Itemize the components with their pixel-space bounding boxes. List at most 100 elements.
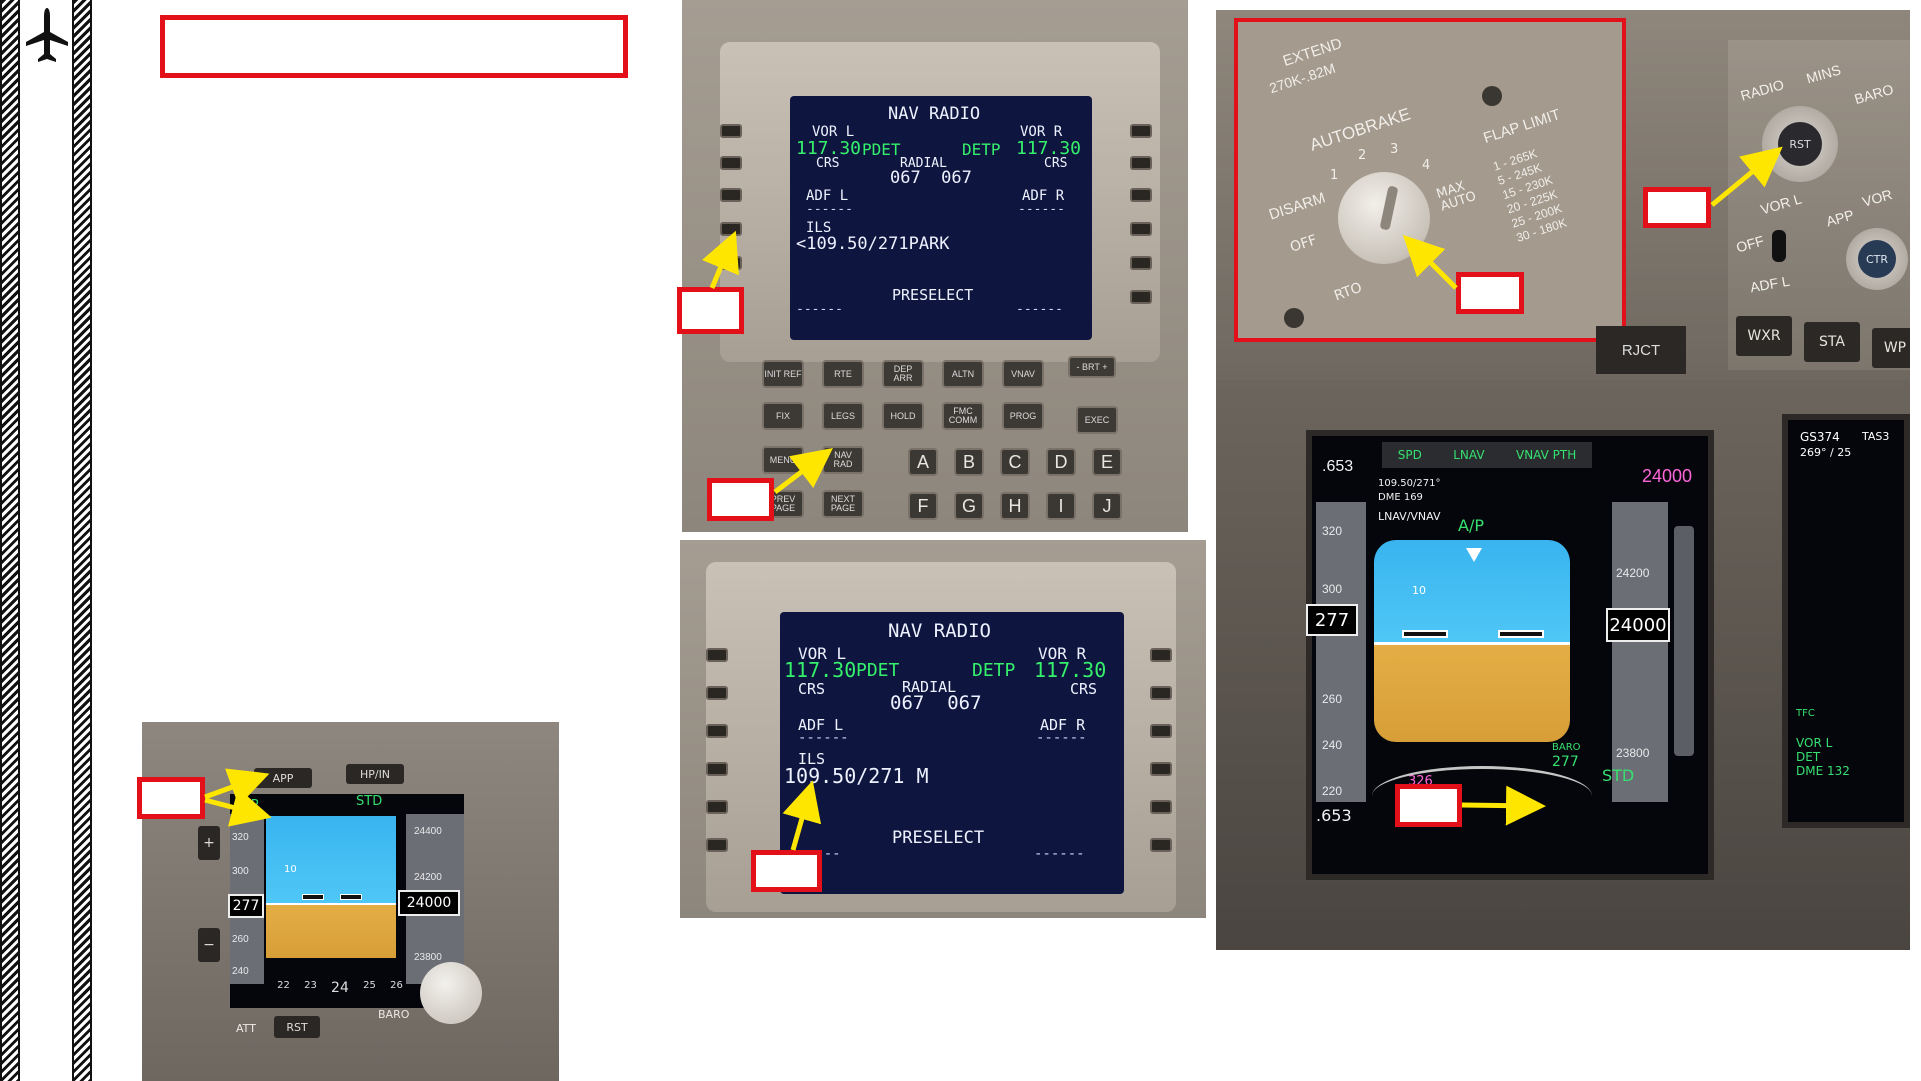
vor-l-mode: PDET: [862, 140, 901, 159]
pfd-photo: .653 SPD LNAV VNAV PTH 24000 109.50/271°…: [1216, 380, 1910, 950]
speed-tick-240: 240: [232, 966, 249, 977]
cdu-top-screen: NAV RADIO VOR L VOR R 117.30 PDET DETP 1…: [790, 96, 1092, 340]
lsk-3l[interactable]: [720, 188, 742, 202]
rst-button[interactable]: RST: [274, 1016, 320, 1038]
aircraft-symbol-right: [340, 894, 362, 900]
key-h[interactable]: H: [1000, 492, 1030, 520]
heading-tick-23: 23: [304, 980, 317, 991]
lsk-4r[interactable]: [1150, 762, 1172, 776]
lsk-3r[interactable]: [1150, 724, 1172, 738]
lsk-2l[interactable]: [706, 686, 728, 700]
fma-pitch-mode: VNAV PTH: [1516, 448, 1577, 462]
callout-lsk-ils: [677, 287, 744, 334]
lsk-1r[interactable]: [1130, 124, 1152, 138]
lsk-5l[interactable]: [720, 256, 742, 270]
callout-app: [137, 777, 205, 819]
rst-button[interactable]: RST: [1778, 122, 1822, 166]
lsk-4l[interactable]: [706, 762, 728, 776]
lsk-4l[interactable]: [720, 222, 742, 236]
lsk-2r[interactable]: [1150, 686, 1172, 700]
lsk-5r[interactable]: [1130, 256, 1152, 270]
key-f[interactable]: F: [908, 492, 938, 520]
key-altn[interactable]: ALTN: [942, 360, 984, 388]
std-indicator: STD: [356, 794, 383, 809]
vor-l-frequency: 117.30: [784, 658, 857, 682]
airplane-icon: [24, 6, 70, 70]
callout-autobrake-knob: [1456, 272, 1524, 314]
key-e[interactable]: E: [1092, 448, 1122, 476]
key-prog[interactable]: PROG: [1002, 402, 1044, 430]
key-fix[interactable]: FIX: [762, 402, 804, 430]
app-button[interactable]: APP: [254, 768, 312, 788]
lsk-1l[interactable]: [706, 648, 728, 662]
lsk-6r[interactable]: [1150, 838, 1172, 852]
current-altitude-box: 24000: [1606, 608, 1670, 642]
autopilot-status: A/P: [1458, 516, 1484, 535]
max-auto-label: MAX AUTO: [1434, 178, 1479, 215]
preselect-label: PRESELECT: [892, 286, 974, 304]
lsk-6l[interactable]: [706, 838, 728, 852]
vor-l-switch-label: VOR L: [1758, 190, 1804, 218]
key-vnav[interactable]: VNAV: [1002, 360, 1044, 388]
lsk-3r[interactable]: [1130, 188, 1152, 202]
key-fmc-comm[interactable]: FMC COMM: [942, 402, 984, 430]
lsk-5r[interactable]: [1150, 800, 1172, 814]
lsk-2r[interactable]: [1130, 156, 1152, 170]
alt-tick-24200: 24200: [414, 872, 442, 883]
key-brightness[interactable]: - BRT +: [1068, 356, 1116, 378]
tfc-label: TFC: [1796, 708, 1815, 719]
key-dep-arr[interactable]: DEP ARR: [882, 360, 924, 388]
vor-adf-l-switch[interactable]: [1772, 230, 1786, 262]
lsk-1l[interactable]: [720, 124, 742, 138]
att-label: ATT: [236, 1022, 256, 1035]
wxr-button[interactable]: WXR: [1736, 316, 1792, 356]
wind-readout: 269° / 25: [1800, 446, 1852, 459]
heading-scale: 22 23 24 25 26: [270, 980, 410, 1008]
key-menu[interactable]: MENU: [762, 446, 804, 474]
hp-in-button[interactable]: HP/IN: [346, 764, 404, 784]
key-hold[interactable]: HOLD: [882, 402, 924, 430]
lsk-4r[interactable]: [1130, 222, 1152, 236]
key-d[interactable]: D: [1046, 448, 1076, 476]
minus-button[interactable]: −: [198, 928, 220, 962]
lsk-5l[interactable]: [706, 800, 728, 814]
sta-button[interactable]: STA: [1804, 322, 1860, 362]
dme-readout: DME 169: [1378, 492, 1423, 503]
key-a[interactable]: A: [908, 448, 938, 476]
speed-tick-240: 240: [1322, 738, 1343, 752]
baro-knob[interactable]: [420, 962, 482, 1024]
key-i[interactable]: I: [1046, 492, 1076, 520]
key-init-ref[interactable]: INIT REF: [762, 360, 804, 388]
mode-selector-knob[interactable]: CTR: [1846, 228, 1908, 290]
key-g[interactable]: G: [954, 492, 984, 520]
rto-label: RTO: [1332, 279, 1365, 305]
pitch-label-10: 10: [284, 864, 297, 875]
lsk-2l[interactable]: [720, 156, 742, 170]
key-nav-rad[interactable]: NAV RAD: [822, 446, 864, 474]
heading-tick-24: 24: [331, 980, 349, 996]
callout-mins-knob: [1643, 187, 1711, 228]
wpt-button[interactable]: WP: [1872, 328, 1910, 368]
lsk-1r[interactable]: [1150, 648, 1172, 662]
autobrake-selector-knob[interactable]: [1338, 172, 1430, 264]
off-label: OFF: [1734, 232, 1766, 256]
disarm-label: DISARM: [1266, 189, 1328, 224]
current-speed-box: 277: [1306, 604, 1358, 636]
mins-selector-knob[interactable]: RST: [1762, 106, 1838, 182]
key-exec[interactable]: EXEC: [1076, 406, 1118, 434]
key-rte[interactable]: RTE: [822, 360, 864, 388]
key-c[interactable]: C: [1000, 448, 1030, 476]
lsk-3l[interactable]: [706, 724, 728, 738]
key-legs[interactable]: LEGS: [822, 402, 864, 430]
key-b[interactable]: B: [954, 448, 984, 476]
ctr-button[interactable]: CTR: [1858, 240, 1896, 278]
vor-r-frequency: 117.30: [1034, 658, 1107, 682]
lsk-6r[interactable]: [1130, 290, 1152, 304]
rjct-button[interactable]: RJCT: [1596, 326, 1686, 374]
key-next-page[interactable]: NEXT PAGE: [822, 490, 864, 518]
plus-button[interactable]: +: [198, 826, 220, 860]
roll-pointer: [1466, 548, 1482, 562]
crs-left-label: CRS: [798, 680, 826, 698]
key-j[interactable]: J: [1092, 492, 1122, 520]
radial-values: 067 067: [890, 168, 972, 188]
